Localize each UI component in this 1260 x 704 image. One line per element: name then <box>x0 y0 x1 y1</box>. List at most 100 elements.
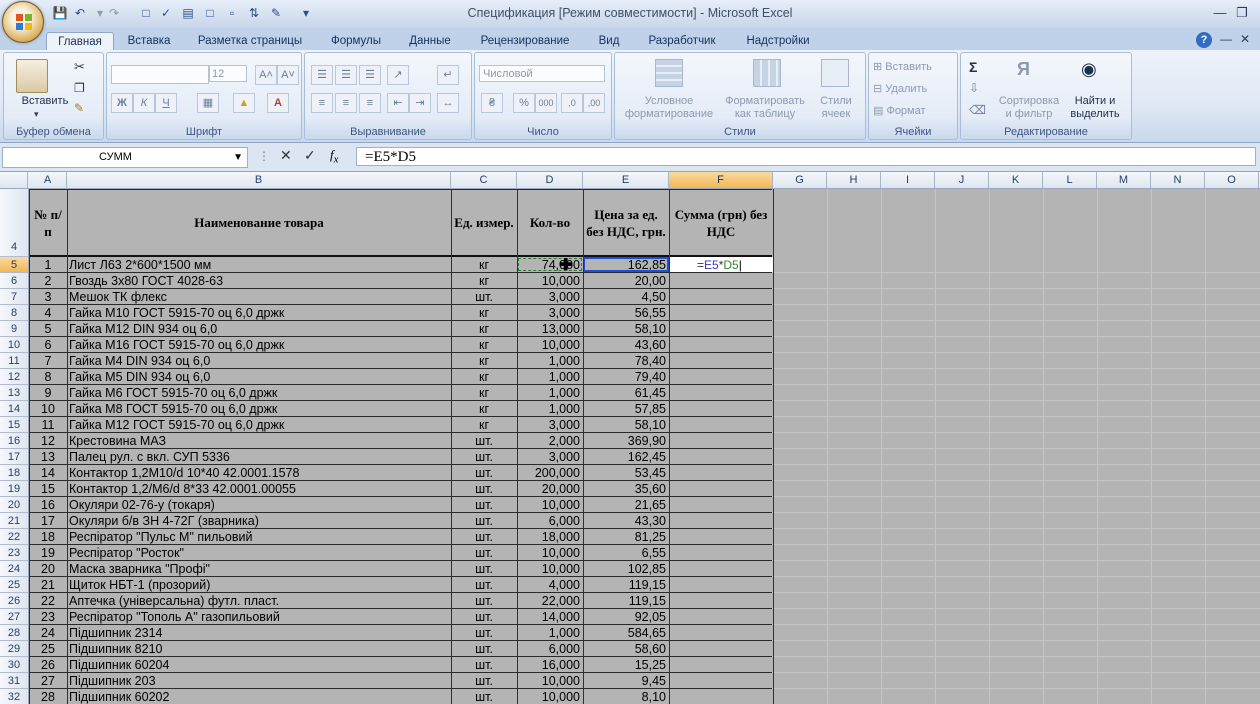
cell-number[interactable]: 15 <box>29 481 67 496</box>
cell-quantity[interactable]: 3,000 <box>517 289 583 304</box>
cell-quantity[interactable]: 18,000 <box>517 529 583 544</box>
cell-number[interactable]: 4 <box>29 305 67 320</box>
cell-price[interactable]: 21,65 <box>583 497 669 512</box>
header-cell-f[interactable]: Сумма (грн) без НДС <box>669 190 773 255</box>
delete-cells-button[interactable]: ⊟ Удалить <box>873 83 953 96</box>
cell-unit[interactable]: кг <box>451 385 517 400</box>
enter-icon[interactable]: ✓ <box>304 147 316 164</box>
tab-addins[interactable]: Надстройки <box>736 32 820 50</box>
cell-sum[interactable] <box>669 561 773 576</box>
cell-product-name[interactable]: Контактор 1,2/М6/d 8*33 42.0001.00055 <box>67 481 453 496</box>
cell-quantity[interactable]: 1,000 <box>517 369 583 384</box>
cell-quantity[interactable]: 10,000 <box>517 545 583 560</box>
cell-price[interactable]: 4,50 <box>583 289 669 304</box>
column-header-g[interactable]: G <box>773 172 827 188</box>
cell-sum[interactable] <box>669 673 773 688</box>
new-icon[interactable]: ▫ <box>224 5 240 21</box>
cell-price[interactable]: 8,10 <box>583 689 669 704</box>
row-header-7[interactable]: 7 <box>0 289 28 305</box>
cell-price[interactable]: 9,45 <box>583 673 669 688</box>
cell-sum[interactable] <box>669 657 773 672</box>
print-preview-icon[interactable]: □ <box>138 5 154 21</box>
cell-product-name[interactable]: Палец рул. с вкл. СУП 5336 <box>67 449 453 464</box>
column-header-e[interactable]: E <box>583 172 669 188</box>
name-box[interactable]: СУММ ▼ <box>2 147 248 168</box>
cell-unit[interactable]: шт. <box>451 481 517 496</box>
cell-quantity[interactable]: 10,000 <box>517 561 583 576</box>
cell-price[interactable]: 119,15 <box>583 593 669 608</box>
cell-sum[interactable] <box>669 513 773 528</box>
cell-unit[interactable]: шт. <box>451 577 517 592</box>
cell-number[interactable]: 5 <box>29 321 67 336</box>
cell-sum[interactable] <box>669 417 773 432</box>
font-size-box[interactable]: 12 <box>209 65 247 82</box>
row-header-10[interactable]: 10 <box>0 337 28 353</box>
cell-unit[interactable]: шт. <box>451 529 517 544</box>
ribbon-minimize-icon[interactable]: — <box>1220 32 1232 46</box>
cell-product-name[interactable]: Гайка М16 ГОСТ 5915-70 оц 6,0 држк <box>67 337 453 352</box>
cell-unit[interactable]: кг <box>451 257 517 272</box>
cell-number[interactable]: 16 <box>29 497 67 512</box>
cell-quantity[interactable]: 10,000 <box>517 337 583 352</box>
cell-number[interactable]: 1 <box>29 257 67 272</box>
column-header-b[interactable]: B <box>67 172 451 188</box>
format-painter-icon[interactable]: ✎ <box>74 101 84 115</box>
help-icon[interactable]: ? <box>1196 32 1212 48</box>
cell-quantity[interactable]: 1,000 <box>517 625 583 640</box>
cell-price[interactable]: 6,55 <box>583 545 669 560</box>
cell-product-name[interactable]: Респіратор "Росток" <box>67 545 453 560</box>
increase-indent-icon[interactable]: ⇥ <box>409 93 431 113</box>
row-header-13[interactable]: 13 <box>0 385 28 401</box>
column-header-a[interactable]: A <box>29 172 67 188</box>
clear-icon[interactable]: ⌫ <box>969 103 986 117</box>
cell-product-name[interactable]: Мешок ТК флекс <box>67 289 453 304</box>
cell-price[interactable]: 56,55 <box>583 305 669 320</box>
header-cell-b[interactable]: Наименование товара <box>67 190 451 255</box>
cell-number[interactable]: 18 <box>29 529 67 544</box>
row-header-21[interactable]: 21 <box>0 513 28 529</box>
align-middle-icon[interactable]: ☰ <box>335 65 357 85</box>
cell-price[interactable]: 79,40 <box>583 369 669 384</box>
cell-price[interactable]: 81,25 <box>583 529 669 544</box>
row-header-25[interactable]: 25 <box>0 577 28 593</box>
header-cell-a[interactable]: № п/п <box>29 190 67 255</box>
row-header-28[interactable]: 28 <box>0 625 28 641</box>
row-header-29[interactable]: 29 <box>0 641 28 657</box>
format-painter-icon[interactable]: ✎ <box>268 5 284 21</box>
cell-number[interactable]: 12 <box>29 433 67 448</box>
cell-number[interactable]: 25 <box>29 641 67 656</box>
header-cell-e[interactable]: Цена за ед. без НДС, грн. <box>583 190 669 255</box>
cell-quantity[interactable]: 16,000 <box>517 657 583 672</box>
cell-unit[interactable]: кг <box>451 353 517 368</box>
cell-price[interactable]: 119,15 <box>583 577 669 592</box>
insert-cells-button[interactable]: ⊞ Вставить <box>873 61 953 74</box>
row-header-30[interactable]: 30 <box>0 657 28 673</box>
cell-quantity[interactable]: 13,000 <box>517 321 583 336</box>
cell-product-name[interactable]: Крестовина МАЗ <box>67 433 453 448</box>
header-cell-d[interactable]: Кол-во <box>517 190 583 255</box>
cell-sum[interactable] <box>669 545 773 560</box>
cell-price[interactable]: 58,10 <box>583 417 669 432</box>
cell-product-name[interactable]: Підшипник 8210 <box>67 641 453 656</box>
cell-sum[interactable] <box>669 481 773 496</box>
cell-product-name[interactable]: Респіратор "Тополь А" газопильовий <box>67 609 453 624</box>
decrease-decimal-icon[interactable]: ,00 <box>583 93 605 113</box>
borders-icon[interactable]: ▦ <box>197 93 219 113</box>
cell-unit[interactable]: шт. <box>451 465 517 480</box>
cell-quantity[interactable]: 10,000 <box>517 673 583 688</box>
align-left-icon[interactable]: ≡ <box>311 93 333 113</box>
cell-price[interactable]: 43,60 <box>583 337 669 352</box>
cell-number[interactable]: 26 <box>29 657 67 672</box>
tab-insert[interactable]: Вставка <box>120 32 178 50</box>
cell-unit[interactable]: шт. <box>451 657 517 672</box>
cell-number[interactable]: 24 <box>29 625 67 640</box>
grow-font-icon[interactable]: A˄ <box>255 65 277 85</box>
tab-view[interactable]: Вид <box>590 32 628 50</box>
find-select-button[interactable]: Найти и выделить <box>1065 95 1125 121</box>
cell-quantity[interactable]: 22,000 <box>517 593 583 608</box>
column-header-k[interactable]: K <box>989 172 1043 188</box>
cell-price[interactable]: 15,25 <box>583 657 669 672</box>
column-header-o[interactable]: O <box>1205 172 1259 188</box>
row-header-22[interactable]: 22 <box>0 529 28 545</box>
row-header-14[interactable]: 14 <box>0 401 28 417</box>
